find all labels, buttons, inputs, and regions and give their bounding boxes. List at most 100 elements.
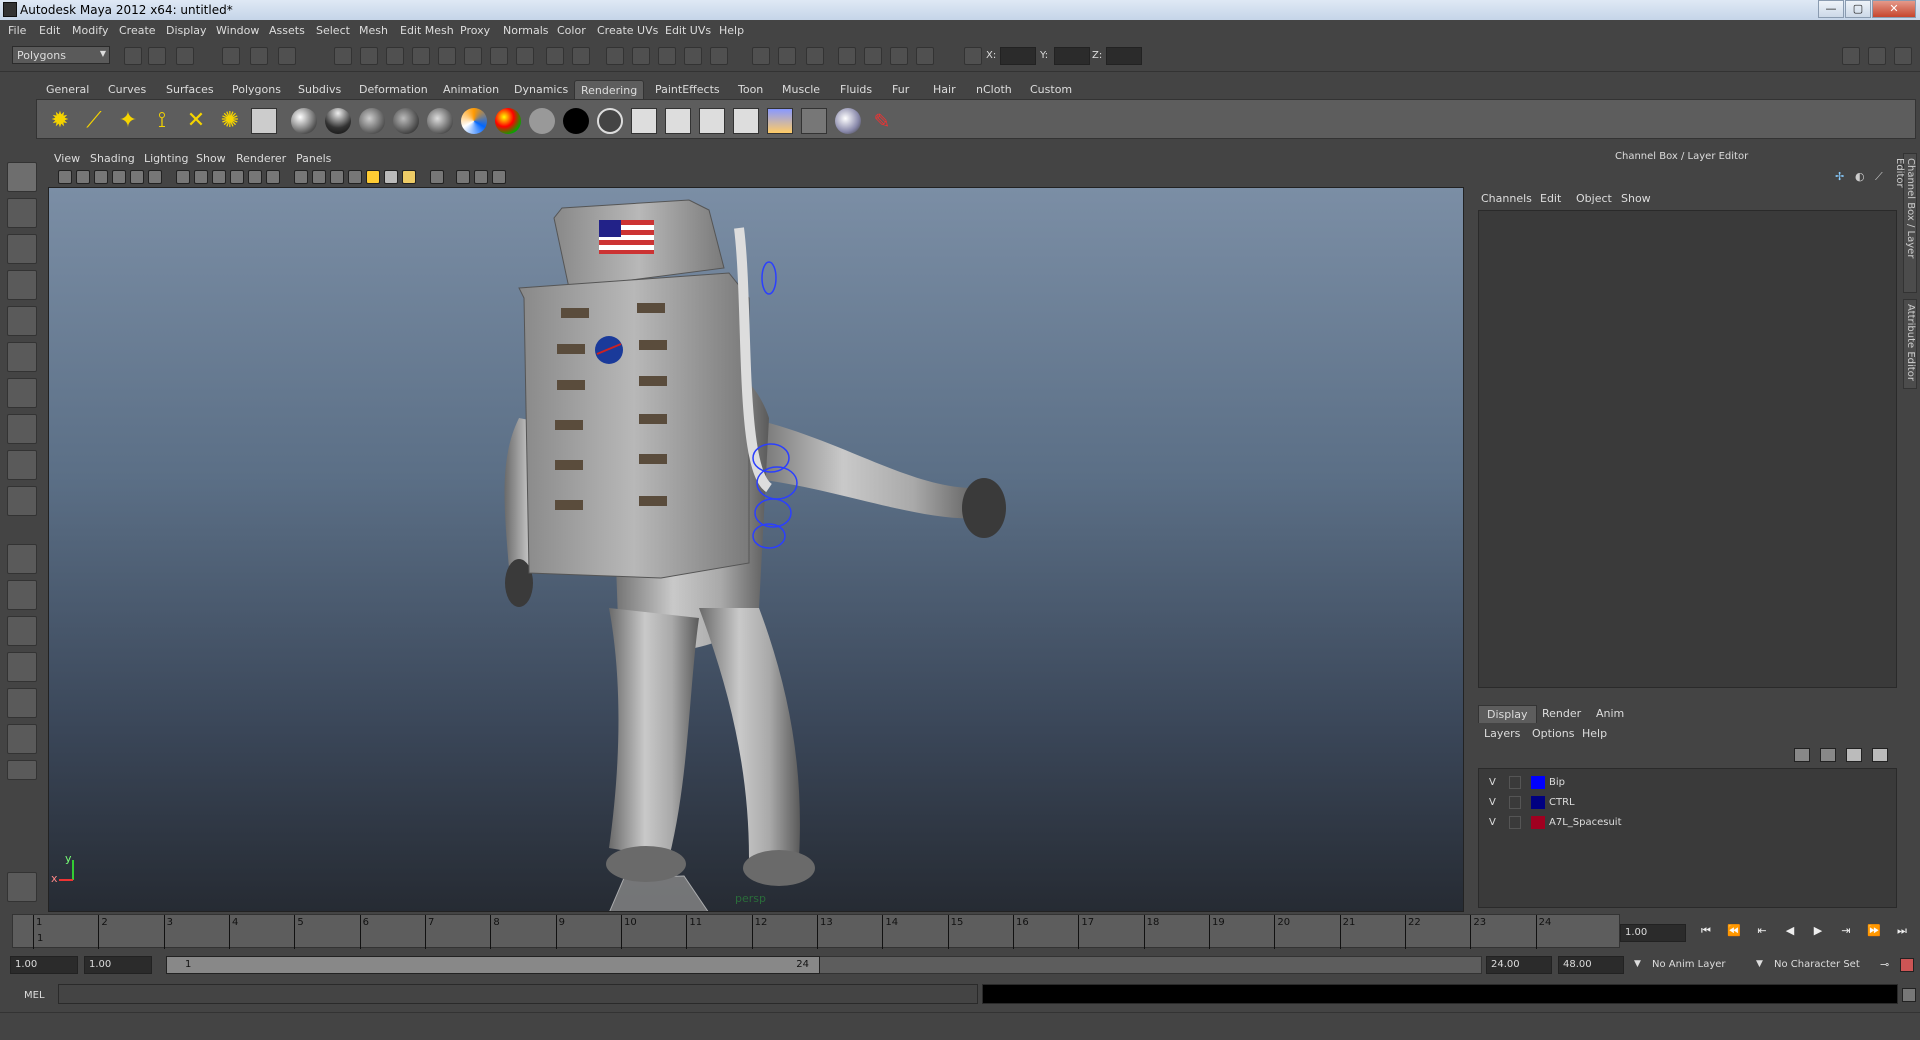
help-icon[interactable] [516,47,534,65]
character-set-dropdown[interactable]: No Character Set [1774,959,1860,970]
shelf-tab-general[interactable]: General [40,80,95,99]
spot-light-icon[interactable]: ⟟ [149,108,175,134]
default-light-icon[interactable] [366,170,380,184]
z-field[interactable] [1106,47,1142,65]
shelf-tab-surfaces[interactable]: Surfaces [160,80,220,99]
select-highlight-icon[interactable] [572,47,590,65]
dope-sheet-icon[interactable] [890,47,908,65]
render-settings-shelf-icon[interactable] [767,108,793,134]
ipr-render-icon[interactable] [632,47,650,65]
menu-create[interactable]: Create [119,24,156,37]
shelf-tab-painteffects[interactable]: PaintEffects [649,80,726,99]
anim-layer-dropdown[interactable]: No Anim Layer [1652,959,1726,970]
menu-assets[interactable]: Assets [269,24,305,37]
key-icon[interactable]: ⊸ [1880,958,1889,971]
layer-menu-help[interactable]: Help [1582,727,1607,740]
transform-mode-icon[interactable] [964,47,982,65]
grid-icon[interactable] [130,170,144,184]
panel-layout-icon[interactable] [838,47,856,65]
xray-joints-icon[interactable] [312,170,326,184]
step-back-key-icon[interactable]: ⏪ [1722,924,1746,942]
step-forward-frame-icon[interactable]: ⇥ [1834,924,1858,942]
layer-visibility[interactable]: V [1489,817,1496,828]
persp-hypergraph-layout-icon[interactable] [7,688,37,718]
layer-tab-display[interactable]: Display [1478,705,1537,723]
playback-start-field[interactable]: 1.00 [84,956,152,974]
menu-help[interactable]: Help [719,24,744,37]
new-layer-icon[interactable] [1794,748,1810,762]
layer-color-swatch[interactable] [1531,816,1545,829]
shadows-icon[interactable] [266,170,280,184]
shelf-tab-toon[interactable]: Toon [732,80,769,99]
viewport-menu-lighting[interactable]: Lighting [144,152,188,165]
menu-create-uvs[interactable]: Create UVs [597,24,658,37]
render-layer-icon[interactable] [251,108,277,134]
animation-preferences-icon[interactable] [1900,958,1914,972]
end-time-field[interactable]: 48.00 [1558,956,1624,974]
rotate-tool-icon[interactable] [7,306,37,336]
layer-tab-render[interactable]: Render [1534,705,1589,723]
layer-row[interactable]: V Bip [1479,773,1896,793]
isolate-select-icon[interactable] [430,170,444,184]
add-selected-icon[interactable] [1872,748,1888,762]
menu-edit-mesh[interactable]: Edit Mesh [400,24,454,37]
camera-attributes-icon[interactable] [76,170,90,184]
hypershade-shelf-icon[interactable] [801,108,827,134]
tool-settings-toggle-icon[interactable] [1868,47,1886,65]
layout-options-icon[interactable] [7,760,37,780]
command-language-label[interactable]: MEL [24,990,45,1001]
ipr-render-shelf-icon[interactable] [665,108,691,134]
menu-file[interactable]: File [8,24,26,37]
shelf-tab-rendering[interactable]: Rendering [574,80,645,99]
camera-icon[interactable] [916,47,934,65]
layered-shader-icon[interactable] [495,108,521,134]
xray-icon[interactable] [294,170,308,184]
menu-select[interactable]: Select [316,24,350,37]
maya-logo-icon[interactable] [7,872,37,902]
persp-outliner-layout-icon[interactable] [7,616,37,646]
x-field[interactable] [1000,47,1036,65]
cb-menu-channels[interactable]: Channels [1481,192,1532,205]
scale-tool-icon[interactable] [7,342,37,372]
viewport-menu-view[interactable]: View [54,152,80,165]
cb-menu-object[interactable]: Object [1576,192,1612,205]
menu-edit-uvs[interactable]: Edit UVs [665,24,711,37]
open-scene-icon[interactable] [148,47,166,65]
cb-menu-edit[interactable]: Edit [1540,192,1561,205]
paint-select-tool-icon[interactable] [7,234,37,264]
minimize-button[interactable]: — [1818,0,1844,18]
shelf-tab-curves[interactable]: Curves [102,80,152,99]
shelf-tab-fur[interactable]: Fur [886,80,915,99]
use-background-icon[interactable] [563,108,589,134]
shelf-tab-hair[interactable]: Hair [927,80,962,99]
empty-layer-icon[interactable] [1846,748,1862,762]
layer-menu-options[interactable]: Options [1532,727,1574,740]
go-to-end-icon[interactable]: ⏭ [1890,924,1914,942]
layer-type-box[interactable] [1509,796,1521,809]
layer-visibility[interactable]: V [1489,797,1496,808]
right-leg[interactable] [699,608,800,858]
snap-plane-icon[interactable] [412,47,430,65]
side-tab-attribute-editor[interactable]: Attribute Editor [1903,299,1917,389]
show-manipulator-icon[interactable] [7,450,37,480]
layer-visibility[interactable]: V [1489,777,1496,788]
shelf-tab-ncloth[interactable]: nCloth [970,80,1018,99]
surface-shader-icon[interactable] [529,108,555,134]
left-leg[interactable] [609,608,699,858]
shader-ball-icon[interactable] [835,108,861,134]
shelf-tab-deformation[interactable]: Deformation [353,80,434,99]
select-tool-icon[interactable] [7,162,37,192]
phong-e-icon[interactable] [359,108,385,134]
input-ops-icon[interactable] [752,47,770,65]
four-view-layout-icon[interactable] [7,580,37,610]
channel-box-toggle-icon[interactable] [1894,47,1912,65]
viewport-menu-panels[interactable]: Panels [296,152,331,165]
volume-light-icon[interactable]: ✺ [217,108,243,134]
last-tool-icon[interactable] [7,486,37,516]
construction-history-icon[interactable] [490,47,508,65]
persp-graph-layout-icon[interactable] [7,652,37,682]
outliner-icon[interactable] [806,47,824,65]
new-scene-icon[interactable] [124,47,142,65]
snap-curve-icon[interactable] [360,47,378,65]
gate-mask-icon[interactable] [492,170,506,184]
